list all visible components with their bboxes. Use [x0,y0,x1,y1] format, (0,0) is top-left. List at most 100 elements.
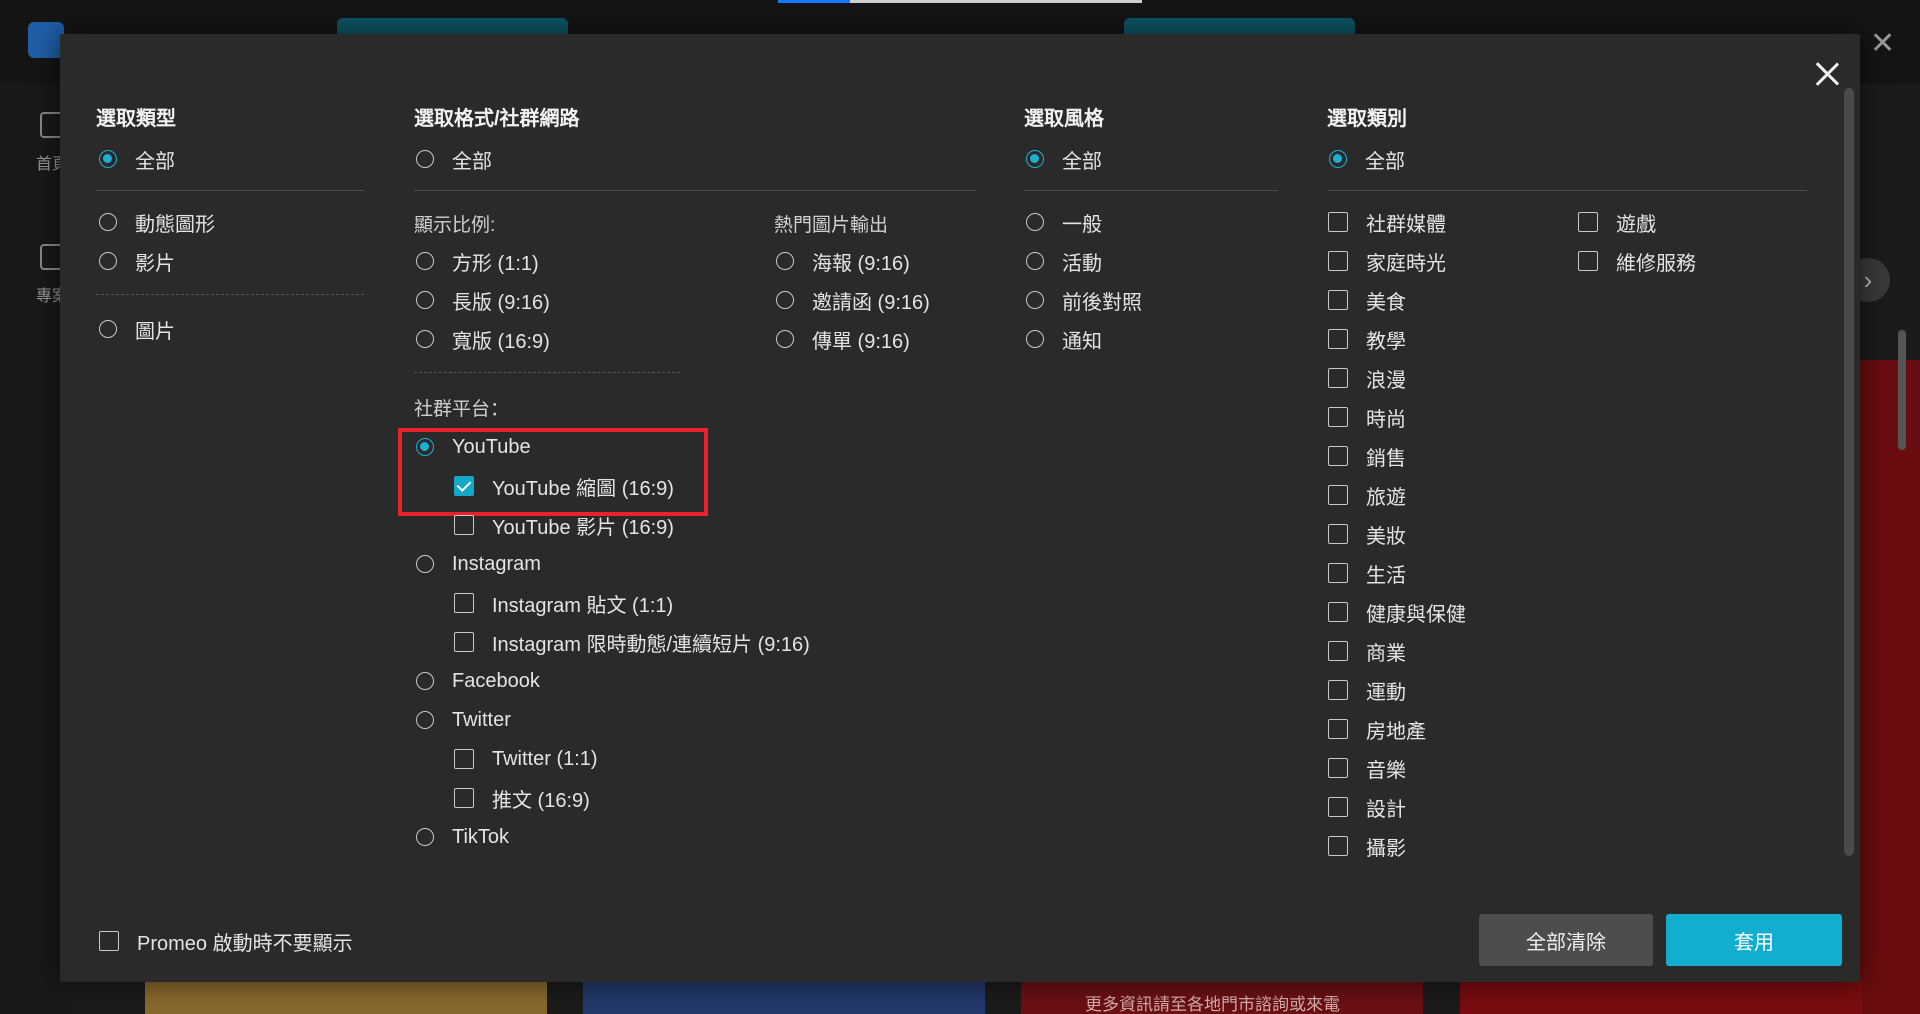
platform-instagram[interactable]: Instagram [416,551,541,577]
category-checkbox[interactable]: 美妝 [1328,521,1406,548]
checkbox-icon [1328,407,1348,427]
twitter-square-checkbox[interactable]: Twitter (1:1) [454,746,598,772]
template-thumbnail-right[interactable] [1860,360,1920,1014]
type-option-all[interactable]: 全部 [99,146,175,173]
category-checkbox[interactable]: 時尚 [1328,404,1406,431]
checkbox-icon [1328,641,1348,661]
radio-icon [99,320,117,338]
category-checkbox[interactable]: 房地產 [1328,716,1426,743]
checkbox-icon [454,515,474,535]
checkbox-icon [1328,524,1348,544]
platform-twitter[interactable]: Twitter [416,707,511,733]
category-checkbox[interactable]: 教學 [1328,326,1406,353]
popular-output-title: 熱門圖片輸出 [774,215,889,236]
popular-option-poster[interactable]: 海報 (9:16) [776,248,910,275]
type-option-image[interactable]: 圖片 [99,316,175,343]
category-checkbox[interactable]: 銷售 [1328,443,1406,470]
loading-bar-fill [778,0,850,3]
checkbox-icon [1578,251,1598,271]
divider [96,190,364,191]
checkbox-icon [1328,563,1348,583]
category-section-title: 選取類別 [1327,108,1407,130]
style-option-event[interactable]: 活動 [1026,248,1102,275]
radio-icon [1026,213,1044,231]
checkbox-icon [1328,719,1348,739]
category-checkbox[interactable]: 音樂 [1328,755,1406,782]
category-checkbox[interactable]: 旅遊 [1328,482,1406,509]
platform-facebook[interactable]: Facebook [416,668,540,694]
style-option-general[interactable]: 一般 [1026,209,1102,236]
category-checkbox[interactable]: 浪漫 [1328,365,1406,392]
checkbox-icon [1328,602,1348,622]
template-card-text: 更多資訊請至各地門市諮詢或來電 [1085,995,1340,1014]
app-scrollbar[interactable] [1898,330,1906,450]
template-card-4[interactable] [1460,982,1862,1014]
instagram-post-checkbox[interactable]: Instagram 貼文 (1:1) [454,590,673,617]
category-checkbox[interactable]: 維修服務 [1578,248,1696,275]
category-checkbox[interactable]: 健康與保健 [1328,599,1466,626]
radio-icon [416,150,434,168]
template-card-2[interactable] [583,982,985,1014]
category-checkbox[interactable]: 商業 [1328,638,1406,665]
category-checkbox[interactable]: 設計 [1328,794,1406,821]
clear-all-button[interactable]: 全部清除 [1479,914,1653,966]
ratio-option-portrait[interactable]: 長版 (9:16) [416,287,550,314]
dialog-scrollbar[interactable] [1844,88,1854,856]
dont-show-on-startup-checkbox[interactable]: Promeo 啟動時不要顯示 [99,928,353,955]
type-option-motion-graphics[interactable]: 動態圖形 [99,209,215,236]
category-checkbox[interactable]: 生活 [1328,560,1406,587]
tweet-checkbox[interactable]: 推文 (16:9) [454,785,590,812]
radio-icon [416,252,434,270]
ratio-option-landscape[interactable]: 寬版 (16:9) [416,326,550,353]
style-section-title: 選取風格 [1024,108,1104,130]
divider [1024,190,1278,191]
style-option-before-after[interactable]: 前後對照 [1026,287,1142,314]
checkbox-icon [1328,368,1348,388]
checkbox-icon [454,788,474,808]
checkbox-icon [1328,758,1348,778]
category-checkbox[interactable]: 運動 [1328,677,1406,704]
platform-tiktok[interactable]: TikTok [416,824,509,850]
radio-icon [1026,252,1044,270]
checkbox-icon [1328,290,1348,310]
app-close-icon[interactable]: ✕ [1870,26,1895,61]
divider [414,190,976,191]
category-checkbox[interactable]: 攝影 [1328,833,1406,860]
app-logo-icon [28,22,64,58]
style-option-all[interactable]: 全部 [1026,146,1102,173]
aspect-ratio-title: 顯示比例: [414,215,496,236]
apply-button[interactable]: 套用 [1666,914,1842,966]
divider [1327,190,1807,191]
checkbox-icon [1328,680,1348,700]
category-checkbox[interactable]: 美食 [1328,287,1406,314]
category-checkbox[interactable]: 家庭時光 [1328,248,1446,275]
radio-icon [99,150,117,168]
popular-option-flyer[interactable]: 傳單 (9:16) [776,326,910,353]
style-option-notice[interactable]: 通知 [1026,326,1102,353]
checkbox-icon [1328,485,1348,505]
checkbox-icon [454,593,474,613]
radio-icon [776,291,794,309]
checkbox-icon [1328,836,1348,856]
dashed-divider [414,372,680,373]
instagram-story-checkbox[interactable]: Instagram 限時動態/連續短片 (9:16) [454,629,810,656]
type-option-video[interactable]: 影片 [99,248,175,275]
youtube-video-checkbox[interactable]: YouTube 影片 (16:9) [454,512,674,539]
checkbox-icon [1328,797,1348,817]
highlight-box [398,428,708,516]
category-option-all[interactable]: 全部 [1329,146,1405,173]
ratio-option-square[interactable]: 方形 (1:1) [416,248,539,275]
checkbox-icon [99,931,119,951]
radio-icon [1329,150,1347,168]
popular-option-invitation[interactable]: 邀請函 (9:16) [776,287,930,314]
template-card-1[interactable] [145,982,547,1014]
radio-icon [1026,291,1044,309]
category-checkbox[interactable]: 遊戲 [1578,209,1656,236]
format-section-title: 選取格式/社群網路 [414,108,580,130]
radio-icon [416,330,434,348]
category-checkbox[interactable]: 社群媒體 [1328,209,1446,236]
checkbox-icon [1328,212,1348,232]
close-icon[interactable] [1808,54,1848,94]
type-section-title: 選取類型 [96,108,176,130]
format-option-all[interactable]: 全部 [416,146,492,173]
